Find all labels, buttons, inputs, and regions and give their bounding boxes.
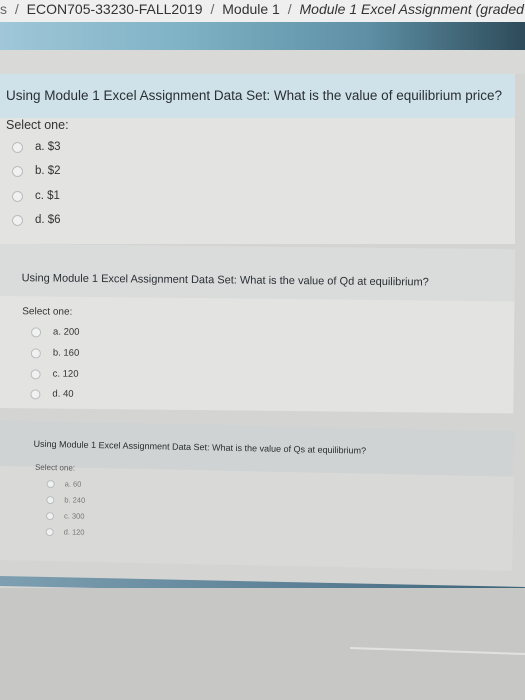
radio-button[interactable] — [30, 368, 41, 379]
select-one-label: Select one: — [22, 306, 73, 318]
answer-label: c. 300 — [63, 511, 85, 521]
radio-button[interactable] — [12, 141, 23, 153]
breadcrumb-separator: / — [287, 1, 292, 17]
radio-button[interactable] — [12, 190, 23, 202]
question-text: Using Module 1 Excel Assignment Data Set… — [0, 74, 515, 118]
breadcrumb-separator: / — [14, 1, 19, 17]
answer-label: b. $2 — [35, 165, 61, 177]
answer-label: d. $6 — [35, 214, 61, 226]
breadcrumb-lead: s — [0, 1, 7, 17]
question-card-1: Using Module 1 Excel Assignment Data Set… — [0, 74, 515, 244]
breadcrumb-separator: / — [210, 1, 215, 17]
breadcrumb: s / ECON705-33230-FALL2019 / Module 1 / … — [0, 0, 525, 22]
answer-label: a. 60 — [64, 479, 82, 489]
radio-button[interactable] — [12, 165, 23, 177]
select-one-label: Select one: — [6, 118, 69, 132]
answer-option-c[interactable]: c. 300 — [45, 511, 85, 521]
course-banner — [0, 22, 525, 50]
question-text: Using Module 1 Excel Assignment Data Set… — [0, 244, 515, 302]
banner-divider — [0, 50, 525, 74]
answer-option-d[interactable]: d. 40 — [30, 388, 74, 400]
answer-option-c[interactable]: c. $1 — [12, 190, 60, 202]
answer-option-a[interactable]: a. 200 — [31, 326, 80, 338]
answer-option-c[interactable]: c. 120 — [30, 368, 79, 380]
answer-label: d. 40 — [52, 388, 74, 400]
answer-label: c. $1 — [35, 190, 60, 202]
answer-option-a[interactable]: a. $3 — [12, 141, 61, 153]
radio-button[interactable] — [45, 511, 55, 520]
answer-option-d[interactable]: d. 120 — [45, 527, 85, 537]
answer-option-b[interactable]: b. 240 — [46, 495, 85, 505]
question-card-2: Using Module 1 Excel Assignment Data Set… — [0, 244, 515, 414]
breadcrumb-course-link[interactable]: ECON705-33230-FALL2019 — [27, 1, 203, 17]
radio-button[interactable] — [46, 495, 55, 504]
answer-option-b[interactable]: b. 160 — [30, 347, 80, 359]
answer-option-b[interactable]: b. $2 — [12, 165, 61, 177]
answer-option-d[interactable]: d. $6 — [12, 214, 61, 226]
radio-button[interactable] — [46, 479, 55, 488]
question-card-3: Using Module 1 Excel Assignment Data Set… — [0, 420, 515, 571]
radio-button[interactable] — [45, 527, 54, 536]
breadcrumb-assignment-link[interactable]: Module 1 Excel Assignment (graded non pr — [300, 1, 525, 17]
radio-button[interactable] — [30, 388, 41, 399]
answer-label: b. 240 — [64, 495, 86, 505]
select-one-label: Select one: — [34, 462, 76, 473]
answer-label: d. 120 — [63, 527, 85, 537]
answer-label: c. 120 — [52, 368, 79, 380]
answer-option-a[interactable]: a. 60 — [46, 479, 82, 489]
answer-label: a. $3 — [35, 141, 61, 153]
radio-button[interactable] — [31, 326, 42, 337]
radio-button[interactable] — [30, 347, 41, 358]
breadcrumb-module-link[interactable]: Module 1 — [222, 1, 280, 17]
answer-label: a. 200 — [53, 326, 80, 338]
radio-button[interactable] — [12, 214, 23, 226]
question-text: Using Module 1 Excel Assignment Data Set… — [0, 420, 515, 477]
page-bottom-area — [0, 588, 525, 700]
answer-label: b. 160 — [52, 347, 80, 359]
